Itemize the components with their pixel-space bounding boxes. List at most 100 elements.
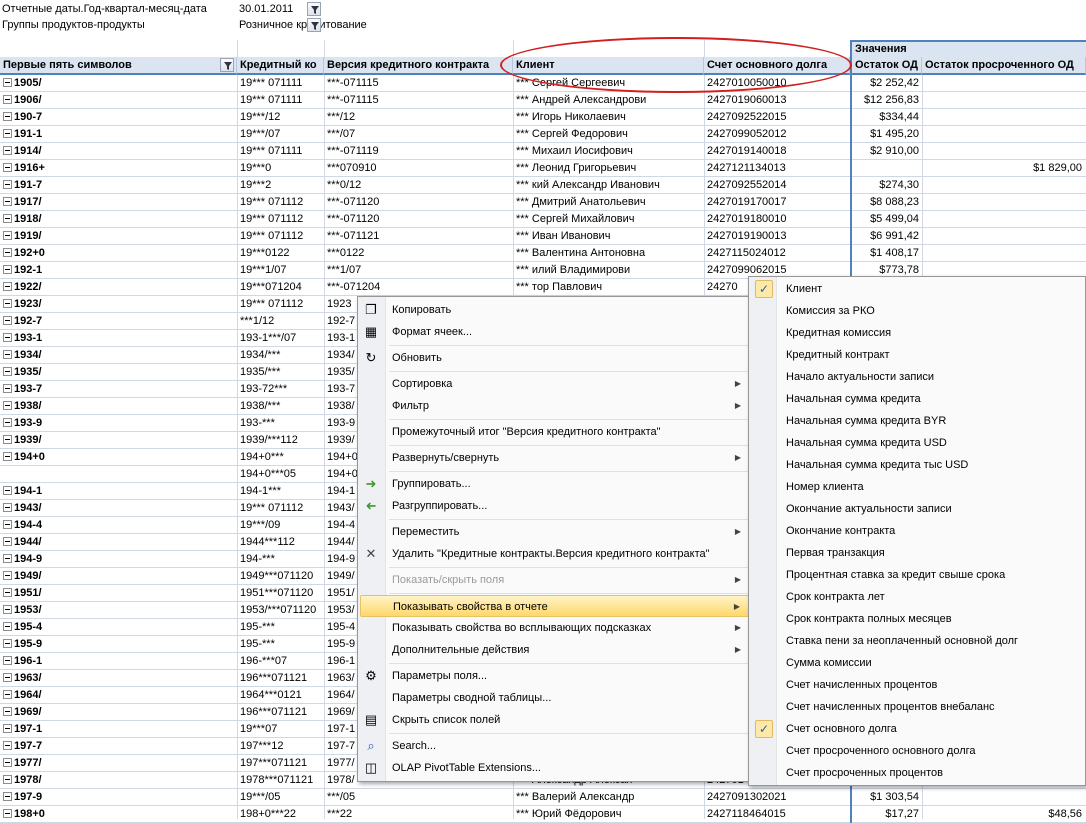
submenu-item[interactable]: Срок контракта лет [751,586,1085,608]
column-header-first-five[interactable]: Первые пять символов [0,57,237,75]
column-header-credit-contract[interactable]: Кредитный ко [237,57,324,75]
table-cell[interactable]: 198+0 [0,806,237,823]
table-cell[interactable]: ***/07 [324,126,513,143]
submenu-item[interactable]: Кредитный контракт [751,344,1085,366]
table-cell[interactable]: 195-4 [0,619,237,636]
table-cell[interactable]: 1939/ [0,432,237,449]
submenu-item[interactable]: Ставка пени за неоплаченный основной дол… [751,630,1085,652]
table-cell[interactable]: 2427019140018 [704,143,850,160]
collapse-minus-icon[interactable] [3,163,12,172]
submenu-item[interactable]: Счет просроченного основного долга [751,740,1085,762]
table-cell[interactable]: 193-1***/07 [237,330,324,347]
table-cell[interactable] [922,228,1086,245]
table-cell[interactable]: 192+0 [0,245,237,262]
table-cell[interactable]: $1 408,17 [850,245,922,262]
table-cell[interactable] [922,143,1086,160]
submenu-item[interactable]: Номер клиента [751,476,1085,498]
submenu-item[interactable]: Начальная сумма кредита USD [751,432,1085,454]
table-cell[interactable]: 19***071204 [237,279,324,296]
collapse-minus-icon[interactable] [3,605,12,614]
table-cell[interactable]: 196***071121 [237,670,324,687]
context-menu-item[interactable]: ⚙ Параметры поля... [360,665,749,687]
collapse-minus-icon[interactable] [3,792,12,801]
table-cell[interactable]: ***-071204 [324,279,513,296]
table-cell[interactable]: 1977/ [0,755,237,772]
table-cell[interactable]: 191-1 [0,126,237,143]
submenu-item[interactable]: Начальная сумма кредита тыс USD [751,454,1085,476]
table-cell[interactable]: 1938/ [0,398,237,415]
submenu-item[interactable]: Первая транзакция [751,542,1085,564]
table-cell[interactable]: 196-1 [0,653,237,670]
table-cell[interactable]: 1918/ [0,211,237,228]
table-cell[interactable]: *** Юрий Фёдорович [513,806,704,823]
table-cell[interactable] [922,126,1086,143]
submenu-item[interactable]: Процентная ставка за кредит свыше срока [751,564,1085,586]
collapse-minus-icon[interactable] [3,758,12,767]
collapse-minus-icon[interactable] [3,537,12,546]
table-cell[interactable]: 1935/*** [237,364,324,381]
table-cell[interactable]: ***-071120 [324,194,513,211]
table-cell[interactable]: 19*** 071112 [237,194,324,211]
table-cell[interactable]: 193-9 [0,415,237,432]
table-cell[interactable]: 192-1 [0,262,237,279]
table-cell[interactable]: 19***/09 [237,517,324,534]
table-cell[interactable]: 197***071121 [237,755,324,772]
table-cell[interactable]: 1916+ [0,160,237,177]
submenu-item[interactable]: Счет начисленных процентов [751,674,1085,696]
context-menu-item[interactable]: ⌕ Search... [360,735,749,757]
collapse-minus-icon[interactable] [3,333,12,342]
table-cell[interactable]: 1917/ [0,194,237,211]
table-cell[interactable]: 1938/*** [237,398,324,415]
context-menu-item[interactable]: ➜ Группировать... [360,473,749,495]
collapse-minus-icon[interactable] [3,673,12,682]
table-cell[interactable]: 192-7 [0,313,237,330]
table-cell[interactable] [0,466,237,483]
table-cell[interactable]: 2427092522015 [704,109,850,126]
table-cell[interactable]: 2427092552014 [704,177,850,194]
table-cell[interactable]: *** Сергей Михайлович [513,211,704,228]
context-menu-item[interactable]: Показывать свойства в отчете ▶ [360,595,749,617]
table-cell[interactable]: 194+0 [0,449,237,466]
table-cell[interactable]: 2427019170017 [704,194,850,211]
table-cell[interactable]: $12 256,83 [850,92,922,109]
context-menu-item[interactable]: ➜ Разгруппировать... [360,495,749,517]
table-cell[interactable]: ***0122 [324,245,513,262]
collapse-minus-icon[interactable] [3,571,12,580]
table-cell[interactable]: 1969/ [0,704,237,721]
submenu-item[interactable]: Срок контракта полных месяцев [751,608,1085,630]
column-header-overdue-balance[interactable]: Остаток просроченного ОД [922,57,1086,75]
filter-value[interactable]: 30.01.2011 [239,1,293,17]
table-cell[interactable]: 19*** 071112 [237,296,324,313]
collapse-minus-icon[interactable] [3,316,12,325]
context-menu-item[interactable]: ▤ Скрыть список полей [360,709,749,731]
submenu-item[interactable]: ✓ Счет основного долга [751,718,1085,740]
context-menu-item[interactable]: Дополнительные действия ▶ [360,639,749,661]
table-cell[interactable]: 19***/05 [237,789,324,806]
table-cell[interactable]: *** Валерий Александр [513,789,704,806]
collapse-minus-icon[interactable] [3,384,12,393]
table-cell[interactable]: 19***07 [237,721,324,738]
table-cell[interactable]: 197***12 [237,738,324,755]
table-cell[interactable]: ***-071115 [324,75,513,92]
table-cell[interactable]: 1953/ [0,602,237,619]
table-cell[interactable]: *** Дмитрий Анатольевич [513,194,704,211]
submenu-item[interactable]: Сумма комиссии [751,652,1085,674]
column-header-balance[interactable]: Остаток ОД [850,57,922,75]
collapse-minus-icon[interactable] [3,282,12,291]
table-cell[interactable] [922,109,1086,126]
context-menu-item[interactable]: Параметры сводной таблицы... [360,687,749,709]
table-cell[interactable]: *** Валентина Антоновна [513,245,704,262]
submenu-item[interactable]: Начало актуальности записи [751,366,1085,388]
table-cell[interactable]: 1944***112 [237,534,324,551]
context-menu-item[interactable]: Переместить ▶ [360,521,749,543]
table-cell[interactable]: 1939/***112 [237,432,324,449]
context-menu-item[interactable]: Развернуть/свернуть ▶ [360,447,749,469]
table-cell[interactable]: 194-9 [0,551,237,568]
table-cell[interactable]: 19*** 071111 [237,143,324,160]
table-cell[interactable]: ***-071119 [324,143,513,160]
table-cell[interactable]: 193-7 [0,381,237,398]
collapse-minus-icon[interactable] [3,265,12,274]
table-cell[interactable]: 19*** 071112 [237,211,324,228]
table-cell[interactable] [922,211,1086,228]
column-header-contract-version[interactable]: Версия кредитного контракта [324,57,513,75]
